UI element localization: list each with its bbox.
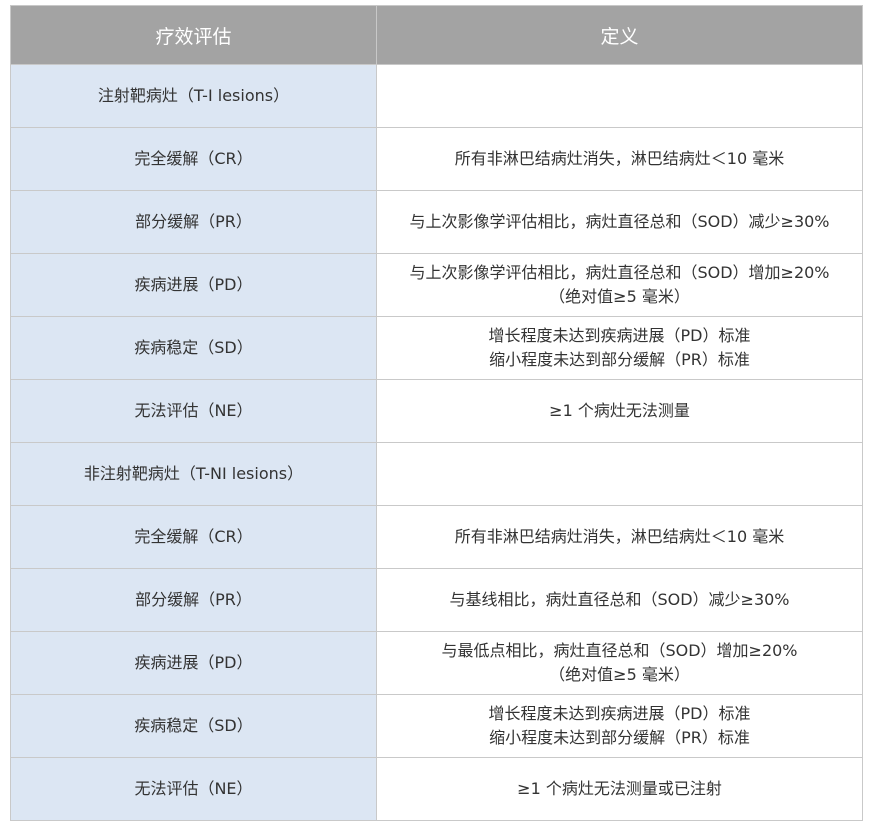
assessment-cell: 部分缓解（PR） <box>10 568 377 632</box>
assessment-cell: 部分缓解（PR） <box>10 190 377 254</box>
table-row: 疾病进展（PD） 与上次影像学评估相比，病灶直径总和（SOD）增加≥20% （绝对… <box>10 253 863 317</box>
definition-line: 与上次影像学评估相比，病灶直径总和（SOD）减少≥30% <box>409 212 830 231</box>
header-row: 疗效评估 定义 <box>10 5 863 65</box>
table-row: 注射靶病灶（T-I lesions） <box>10 64 863 128</box>
assessment-cell: 疾病稳定（SD） <box>10 694 377 758</box>
definition-cell: 与最低点相比，病灶直径总和（SOD）增加≥20% （绝对值≥5 毫米） <box>376 631 863 695</box>
definition-cell: 所有非淋巴结病灶消失，淋巴结病灶＜10 毫米 <box>376 505 863 569</box>
definition-cell: ≥1 个病灶无法测量或已注射 <box>376 757 863 821</box>
assessment-cell: 非注射靶病灶（T-NI lesions） <box>10 442 377 506</box>
definition-cell <box>376 442 863 506</box>
definition-line: 与上次影像学评估相比，病灶直径总和（SOD）增加≥20% <box>409 263 830 282</box>
response-criteria-table: 疗效评估 定义 注射靶病灶（T-I lesions） 完全缓解（CR） 所有非淋… <box>10 5 863 821</box>
assessment-cell: 疾病进展（PD） <box>10 631 377 695</box>
table-row: 疾病稳定（SD） 增长程度未达到疾病进展（PD）标准 缩小程度未达到部分缓解（PR… <box>10 694 863 758</box>
header-definition: 定义 <box>376 5 863 65</box>
definition-cell: 与上次影像学评估相比，病灶直径总和（SOD）减少≥30% <box>376 190 863 254</box>
assessment-cell: 注射靶病灶（T-I lesions） <box>10 64 377 128</box>
assessment-cell: 无法评估（NE） <box>10 757 377 821</box>
definition-line: 与基线相比，病灶直径总和（SOD）减少≥30% <box>449 590 790 609</box>
assessment-cell: 疾病进展（PD） <box>10 253 377 317</box>
table-row: 非注射靶病灶（T-NI lesions） <box>10 442 863 506</box>
table-row: 部分缓解（PR） 与基线相比，病灶直径总和（SOD）减少≥30% <box>10 568 863 632</box>
table-row: 完全缓解（CR） 所有非淋巴结病灶消失，淋巴结病灶＜10 毫米 <box>10 505 863 569</box>
definition-cell: 所有非淋巴结病灶消失，淋巴结病灶＜10 毫米 <box>376 127 863 191</box>
definition-line: （绝对值≥5 毫米） <box>549 287 690 306</box>
table-row: 部分缓解（PR） 与上次影像学评估相比，病灶直径总和（SOD）减少≥30% <box>10 190 863 254</box>
definition-line: 增长程度未达到疾病进展（PD）标准 <box>488 704 751 723</box>
response-criteria-table-container: 疗效评估 定义 注射靶病灶（T-I lesions） 完全缓解（CR） 所有非淋… <box>10 5 863 821</box>
table-row: 无法评估（NE） ≥1 个病灶无法测量 <box>10 379 863 443</box>
definition-cell: 增长程度未达到疾病进展（PD）标准 缩小程度未达到部分缓解（PR）标准 <box>376 316 863 380</box>
definition-cell <box>376 64 863 128</box>
definition-cell: 与上次影像学评估相比，病灶直径总和（SOD）增加≥20% （绝对值≥5 毫米） <box>376 253 863 317</box>
assessment-cell: 完全缓解（CR） <box>10 127 377 191</box>
definition-line: 缩小程度未达到部分缓解（PR）标准 <box>489 728 750 747</box>
assessment-cell: 完全缓解（CR） <box>10 505 377 569</box>
table-row: 疾病进展（PD） 与最低点相比，病灶直径总和（SOD）增加≥20% （绝对值≥5 … <box>10 631 863 695</box>
definition-line: 所有非淋巴结病灶消失，淋巴结病灶＜10 毫米 <box>454 149 785 168</box>
definition-cell: 增长程度未达到疾病进展（PD）标准 缩小程度未达到部分缓解（PR）标准 <box>376 694 863 758</box>
table-row: 疾病稳定（SD） 增长程度未达到疾病进展（PD）标准 缩小程度未达到部分缓解（PR… <box>10 316 863 380</box>
definition-line: 所有非淋巴结病灶消失，淋巴结病灶＜10 毫米 <box>454 527 785 546</box>
table-row: 无法评估（NE） ≥1 个病灶无法测量或已注射 <box>10 757 863 821</box>
assessment-cell: 疾病稳定（SD） <box>10 316 377 380</box>
definition-line: 缩小程度未达到部分缓解（PR）标准 <box>489 350 750 369</box>
assessment-cell: 无法评估（NE） <box>10 379 377 443</box>
definition-cell: 与基线相比，病灶直径总和（SOD）减少≥30% <box>376 568 863 632</box>
header-assessment: 疗效评估 <box>10 5 377 65</box>
definition-line: （绝对值≥5 毫米） <box>549 665 690 684</box>
table-row: 完全缓解（CR） 所有非淋巴结病灶消失，淋巴结病灶＜10 毫米 <box>10 127 863 191</box>
definition-cell: ≥1 个病灶无法测量 <box>376 379 863 443</box>
definition-line: ≥1 个病灶无法测量或已注射 <box>517 779 722 798</box>
definition-line: ≥1 个病灶无法测量 <box>549 401 690 420</box>
definition-line: 增长程度未达到疾病进展（PD）标准 <box>488 326 751 345</box>
definition-line: 与最低点相比，病灶直径总和（SOD）增加≥20% <box>441 641 798 660</box>
